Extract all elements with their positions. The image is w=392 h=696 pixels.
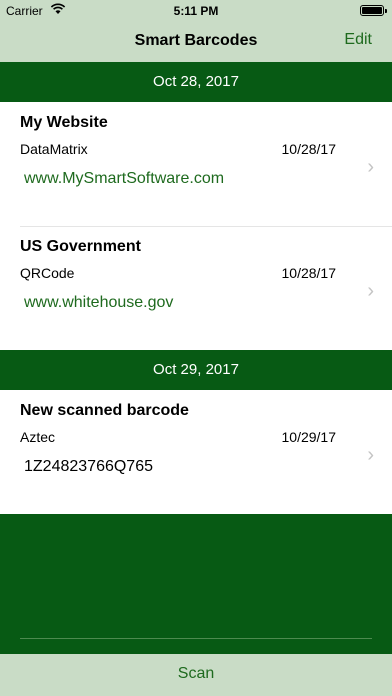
status-bar: Carrier 5:11 PM [0, 0, 392, 22]
barcode-name: My Website [20, 114, 108, 131]
section-header-oct-28: Oct 28, 2017 [0, 62, 392, 102]
barcode-row[interactable]: US Government QRCode 10/28/17 www.whiteh… [0, 226, 392, 350]
battery-icon [360, 5, 387, 16]
barcode-content: 1Z24823766Q765 [24, 458, 153, 475]
scan-button[interactable]: Scan [178, 665, 214, 683]
barcode-name: New scanned barcode [20, 402, 189, 419]
toolbar-divider [20, 638, 372, 639]
barcode-type: Aztec [20, 429, 56, 445]
page-title: Smart Barcodes [134, 32, 258, 49]
barcode-date: 10/28/17 [281, 141, 337, 157]
barcode-name: US Government [20, 238, 141, 255]
chevron-right-icon: › [367, 444, 374, 466]
navigation-bar: Smart Barcodes Edit [0, 22, 392, 62]
barcode-type: QRCode [20, 265, 75, 281]
barcode-content-link[interactable]: www.whitehouse.gov [24, 294, 173, 312]
bottom-toolbar: Scan [0, 654, 392, 696]
barcode-date: 10/28/17 [281, 265, 337, 281]
clock-time: 5:11 PM [173, 4, 219, 18]
barcode-content-link[interactable]: www.MySmartSoftware.com [24, 170, 224, 188]
barcode-date: 10/29/17 [281, 429, 337, 445]
edit-button[interactable]: Edit [344, 31, 372, 49]
chevron-right-icon: › [367, 280, 374, 302]
barcode-type: DataMatrix [20, 141, 88, 157]
chevron-right-icon: › [367, 156, 374, 178]
barcode-row[interactable]: My Website DataMatrix 10/28/17 www.MySma… [0, 102, 392, 226]
section-oct-28: My Website DataMatrix 10/28/17 www.MySma… [0, 102, 392, 350]
section-oct-29: New scanned barcode Aztec 10/29/17 1Z248… [0, 390, 392, 514]
section-header-oct-29: Oct 29, 2017 [0, 350, 392, 390]
barcode-row[interactable]: New scanned barcode Aztec 10/29/17 1Z248… [0, 390, 392, 514]
